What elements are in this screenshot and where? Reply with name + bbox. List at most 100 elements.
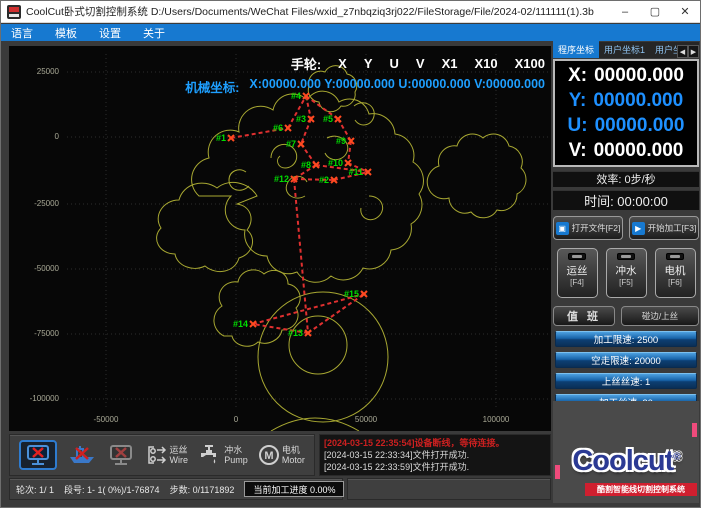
tab-user-coords-1[interactable]: 用户坐标1 [599,41,650,58]
ship-cross-icon [67,444,97,466]
screen-disabled-button[interactable] [107,443,135,467]
x-tick: -50000 [76,415,136,424]
motor-indicator[interactable]: M 电机 Motor [258,444,305,466]
rapid-move-line [308,294,364,333]
path-marker: #6 [273,123,291,133]
progress-readout: 当前加工进度 0.00% [244,481,344,497]
x-tick: 0 [206,415,266,424]
handwheel-axis-selector: 手轮: X Y U V X1 X10 X100 [291,54,545,73]
handwheel-u[interactable]: U [390,56,399,71]
path-marker: #13 [288,328,311,338]
handwheel-y[interactable]: Y [364,56,373,71]
handwheel-x[interactable]: X [338,56,347,71]
svg-text:#13: #13 [288,328,303,338]
menu-language[interactable]: 语言 [11,25,33,41]
close-button[interactable]: ✕ [670,1,700,22]
monitor-cross-icon [24,443,52,467]
path-marker: #1 [216,133,234,143]
handwheel-label: 手轮: [291,54,321,73]
y-tick: 25000 [15,67,59,76]
machining-canvas[interactable]: #1#2#3#4#5#6#7#8#9#10#11#12#13#14#15 250… [9,46,551,431]
y-tick: -75000 [15,329,59,338]
svg-text:#5: #5 [323,114,333,124]
tab-scroll-left-icon[interactable]: ◀ [677,45,688,58]
part-outline [157,66,526,431]
handwheel-x10[interactable]: X10 [474,56,497,71]
wire-feed-indicator[interactable]: 运丝 Wire [146,444,189,466]
coolcut-logo: Coolcut® [553,445,699,478]
window-title: CoolCut卧式切割控制系统 D:/Users/Documents/WeCha… [26,4,610,19]
screen-lock-button[interactable] [19,440,57,470]
svg-text:#8: #8 [301,160,311,170]
app-window: CoolCut卧式切割控制系统 D:/Users/Documents/WeCha… [0,0,701,508]
coord-x: X:00000.000 [555,63,697,88]
menu-about[interactable]: 关于 [143,25,165,41]
path-marker: #7 [286,139,304,149]
svg-text:#14: #14 [233,319,248,329]
handwheel-x1[interactable]: X1 [442,56,458,71]
minimize-button[interactable]: – [610,1,640,22]
play-icon: ▶ [632,222,645,235]
faucet-icon [198,444,222,466]
start-machining-button[interactable]: ▶ 开始加工[F3] [629,216,699,240]
handwheel-x100[interactable]: X100 [515,56,545,71]
maximize-button[interactable]: ▢ [640,1,670,22]
coordinate-tabs: 程序坐标 用户坐标1 用户坐标 ◀ ▶ [553,42,699,58]
motor-led [666,253,684,260]
svg-text:#15: #15 [344,289,359,299]
svg-text:#2: #2 [319,175,329,185]
log-line: [2024-03-15 22:33:34]文件打开成功. [324,449,546,461]
path-marker: #2 [319,175,337,185]
y-tick: 0 [15,132,59,141]
y-tick: -100000 [15,394,59,403]
y-tick: -25000 [15,199,59,208]
tab-user-coords-2[interactable]: 用户坐标 [650,41,677,58]
bottom-toolbar: 运丝 Wire 冲水 Pump M 电机 Motor [9,434,315,476]
status-bar: 轮次: 1/ 1 段号: 1- 1( 0%)/1-76874 步数: 0/117… [9,478,343,500]
control-panel: 程序坐标 用户坐标1 用户坐标 ◀ ▶ X:00000.000 Y:00000.… [553,42,699,431]
app-icon [7,5,21,19]
title-bar: CoolCut卧式切割控制系统 D:/Users/Documents/WeCha… [1,1,700,23]
coordinate-display: X:00000.000 Y:00000.000 U:00000.000 V:00… [553,59,699,167]
water-pump-indicator[interactable]: 冲水 Pump [198,444,248,466]
svg-text:#6: #6 [273,123,283,133]
machining-speed-limit-button[interactable]: 加工限速: 2500 [555,331,697,347]
status-segment: 段号: 1- 1( 0%)/1-76874 [64,483,160,496]
log-line: [2024-03-15 22:35:54]设备断线，等待连接。 [324,437,546,449]
tab-scroll-right-icon[interactable]: ▶ [688,45,699,58]
machine-coords-value: X:00000.000 Y:00000.000 U:00000.000 V:00… [249,77,545,96]
folder-icon: ▣ [556,222,569,235]
duty-button[interactable]: 值 班 [553,306,615,326]
rapid-move-line [294,179,308,333]
path-marker: #15 [344,289,367,299]
path-marker: #11 [348,167,371,177]
machine-offline-button[interactable] [67,444,97,466]
wire-feed-led [568,253,586,260]
wire-load-speed-button[interactable]: 上丝丝速: 1 [555,373,697,389]
x-tick: 50000 [336,415,396,424]
tab-program-coords[interactable]: 程序坐标 [553,41,599,58]
efficiency-readout: 效率: 0步/秒 [553,171,699,187]
menu-settings[interactable]: 设置 [99,25,121,41]
time-readout: 时间: 00:00:00 [553,190,699,210]
path-marker: #5 [323,114,341,124]
brand-area: Coolcut® 酷割智能线切割控制系统 [553,401,699,503]
handwheel-v[interactable]: V [416,56,425,71]
water-flush-toggle-button[interactable]: 冲水 [F5] [606,248,647,298]
motor-toggle-button[interactable]: 电机 [F6] [655,248,696,298]
edge-touch-wire-load-button[interactable]: 碰边/上丝 [621,306,699,326]
wire-icon [146,444,168,466]
svg-text:#12: #12 [274,174,289,184]
water-flush-led [617,253,635,260]
toolpath-drawing: #1#2#3#4#5#6#7#8#9#10#11#12#13#14#15 [9,46,551,431]
x-tick: 100000 [466,415,526,424]
path-marker: #8 [301,160,319,170]
menu-bar: 语言 模板 设置 关于 [1,24,700,41]
menu-template[interactable]: 模板 [55,25,77,41]
open-file-button[interactable]: ▣ 打开文件[F2] [553,216,623,240]
message-log: [2024-03-15 22:35:54]设备断线，等待连接。 [2024-03… [319,434,551,476]
status-steps: 步数: 0/1171892 [170,483,235,496]
idle-speed-limit-button[interactable]: 空走限速: 20000 [555,352,697,368]
svg-text:#10: #10 [328,158,343,168]
wire-feed-toggle-button[interactable]: 运丝 [F4] [557,248,598,298]
